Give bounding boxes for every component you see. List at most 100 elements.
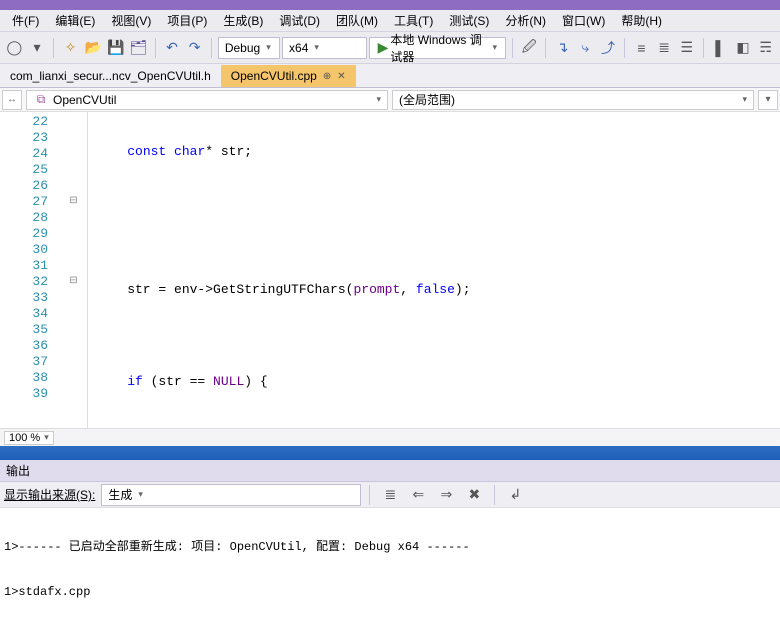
- tool-icon[interactable]: ☴: [755, 36, 776, 60]
- code-area[interactable]: const char* str; str = env->GetStringUTF…: [88, 112, 780, 428]
- line-number: 34: [0, 306, 60, 322]
- menu-project[interactable]: 项目(P): [159, 10, 215, 31]
- output-prev-button[interactable]: ⇐: [406, 483, 430, 507]
- menu-bar: 件(F) 编辑(E) 视图(V) 项目(P) 生成(B) 调试(D) 团队(M)…: [0, 10, 780, 32]
- menu-help[interactable]: 帮助(H): [613, 10, 670, 31]
- solution-platform-combo[interactable]: x64 ▾: [282, 37, 367, 59]
- tab-label: OpenCVUtil.cpp: [231, 69, 317, 83]
- collapse-icon[interactable]: ⊟: [60, 194, 87, 210]
- line-number: 22: [0, 114, 60, 130]
- line-number: 28: [0, 210, 60, 226]
- output-next-button[interactable]: ⇒: [434, 483, 458, 507]
- chevron-down-icon: ▾: [376, 94, 381, 105]
- code-editor[interactable]: 22 23 24 25 26 27 28 29 30 31 32 33 34 3…: [0, 112, 780, 428]
- output-title: 输出: [6, 462, 30, 479]
- main-toolbar: ◯ ▾ ✧ 📂 💾 🗂 ↶ ↷ Debug ▾ x64 ▾ ▶本地 Windows …: [0, 32, 780, 64]
- open-file-button[interactable]: 📂: [83, 36, 104, 60]
- menu-debug[interactable]: 调试(D): [271, 10, 328, 31]
- separator: [369, 485, 370, 505]
- menu-analyze[interactable]: 分析(N): [497, 10, 554, 31]
- tab-cpp-file[interactable]: OpenCVUtil.cpp ⊕ ✕: [221, 65, 356, 87]
- menu-file[interactable]: 件(F): [4, 10, 47, 31]
- step-into-button[interactable]: ↴: [552, 36, 573, 60]
- line-number: 30: [0, 242, 60, 258]
- output-wrap-button[interactable]: ↲: [503, 483, 527, 507]
- menu-tools[interactable]: 工具(T): [386, 10, 441, 31]
- separator: [624, 38, 625, 58]
- line-number: 32: [0, 274, 60, 290]
- config-value: Debug: [225, 41, 260, 55]
- output-panel-header: 输出: [0, 460, 780, 482]
- save-button[interactable]: 💾: [105, 36, 126, 60]
- output-clear-button[interactable]: ✖: [462, 483, 486, 507]
- separator: [211, 38, 212, 58]
- line-number: 36: [0, 338, 60, 354]
- menu-build[interactable]: 生成(B): [215, 10, 271, 31]
- class-icon: ⧉: [33, 92, 49, 108]
- line-number: 39: [0, 386, 60, 402]
- output-source-label: 显示输出来源(S):: [4, 486, 95, 503]
- nav-left-button[interactable]: ↔: [2, 90, 22, 110]
- separator: [494, 485, 495, 505]
- step-out-button[interactable]: ⤴: [598, 36, 619, 60]
- tab-header-file[interactable]: com_lianxi_secur...ncv_OpenCVUtil.h: [0, 65, 221, 87]
- close-icon[interactable]: ✕: [337, 71, 345, 82]
- tool-icon[interactable]: ◧: [733, 36, 754, 60]
- code-nav-bar: ↔ ⧉OpenCVUtil▾ (全局范围)▾ ▾: [0, 88, 780, 112]
- line-number: 35: [0, 322, 60, 338]
- line-number: 24: [0, 146, 60, 162]
- member-combo[interactable]: (全局范围)▾: [392, 90, 754, 110]
- tool-icon[interactable]: 🖉: [519, 36, 540, 60]
- collapse-icon[interactable]: ⊟: [60, 274, 87, 290]
- editor-status-bar: 100 %▾: [0, 428, 780, 446]
- nav-fwd-button[interactable]: ▾: [27, 36, 48, 60]
- tool-icon[interactable]: ☰: [676, 36, 697, 60]
- output-text[interactable]: 1>------ 已启动全部重新生成: 项目: OpenCVUtil, 配置: …: [0, 508, 780, 630]
- save-all-button[interactable]: 🗂: [128, 36, 149, 60]
- line-number: 37: [0, 354, 60, 370]
- tool-icon[interactable]: ≡: [631, 36, 652, 60]
- class-combo[interactable]: ⧉OpenCVUtil▾: [26, 90, 388, 110]
- separator: [512, 38, 513, 58]
- outline-margin: ⊟ ⊟: [60, 112, 88, 428]
- line-number: 23: [0, 130, 60, 146]
- menu-view[interactable]: 视图(V): [103, 10, 159, 31]
- menu-team[interactable]: 团队(M): [328, 10, 386, 31]
- platform-value: x64: [289, 41, 308, 55]
- output-source-value: 生成: [108, 486, 132, 503]
- tool-icon[interactable]: ▌: [710, 36, 731, 60]
- debugger-label: 本地 Windows 调试器: [390, 31, 486, 65]
- output-line: 1>------ 已启动全部重新生成: 项目: OpenCVUtil, 配置: …: [4, 540, 776, 555]
- chevron-down-icon: ▾: [266, 42, 271, 53]
- line-number-gutter: 22 23 24 25 26 27 28 29 30 31 32 33 34 3…: [0, 112, 60, 428]
- new-project-button[interactable]: ✧: [60, 36, 81, 60]
- output-source-combo[interactable]: 生成 ▾: [101, 484, 361, 506]
- zoom-combo[interactable]: 100 %▾: [4, 431, 54, 445]
- chevron-down-icon: ▾: [138, 489, 143, 500]
- line-number: 33: [0, 290, 60, 306]
- chevron-down-icon: ▾: [314, 42, 319, 53]
- step-over-button[interactable]: ⤷: [575, 36, 596, 60]
- nav-back-button[interactable]: ◯: [4, 36, 25, 60]
- menu-window[interactable]: 窗口(W): [554, 10, 613, 31]
- zoom-value: 100 %: [9, 432, 40, 444]
- document-tabs: com_lianxi_secur...ncv_OpenCVUtil.h Open…: [0, 64, 780, 88]
- separator: [703, 38, 704, 58]
- solution-config-combo[interactable]: Debug ▾: [218, 37, 280, 59]
- menu-test[interactable]: 测试(S): [441, 10, 497, 31]
- output-goto-button[interactable]: ≣: [378, 483, 402, 507]
- chevron-down-icon: ▾: [742, 94, 747, 105]
- splitter-bar[interactable]: [0, 446, 780, 460]
- start-debug-button[interactable]: ▶本地 Windows 调试器▾: [369, 37, 506, 59]
- title-bar: [0, 0, 780, 10]
- separator: [155, 38, 156, 58]
- menu-edit[interactable]: 编辑(E): [47, 10, 103, 31]
- output-toolbar: 显示输出来源(S): 生成 ▾ ≣ ⇐ ⇒ ✖ ↲: [0, 482, 780, 508]
- tool-icon[interactable]: ≣: [654, 36, 675, 60]
- separator: [53, 38, 54, 58]
- redo-button[interactable]: ↷: [184, 36, 205, 60]
- undo-button[interactable]: ↶: [162, 36, 183, 60]
- output-line: 1>stdafx.cpp: [4, 585, 776, 600]
- nav-split-button[interactable]: ▾: [758, 90, 778, 110]
- pin-icon[interactable]: ⊕: [323, 71, 331, 82]
